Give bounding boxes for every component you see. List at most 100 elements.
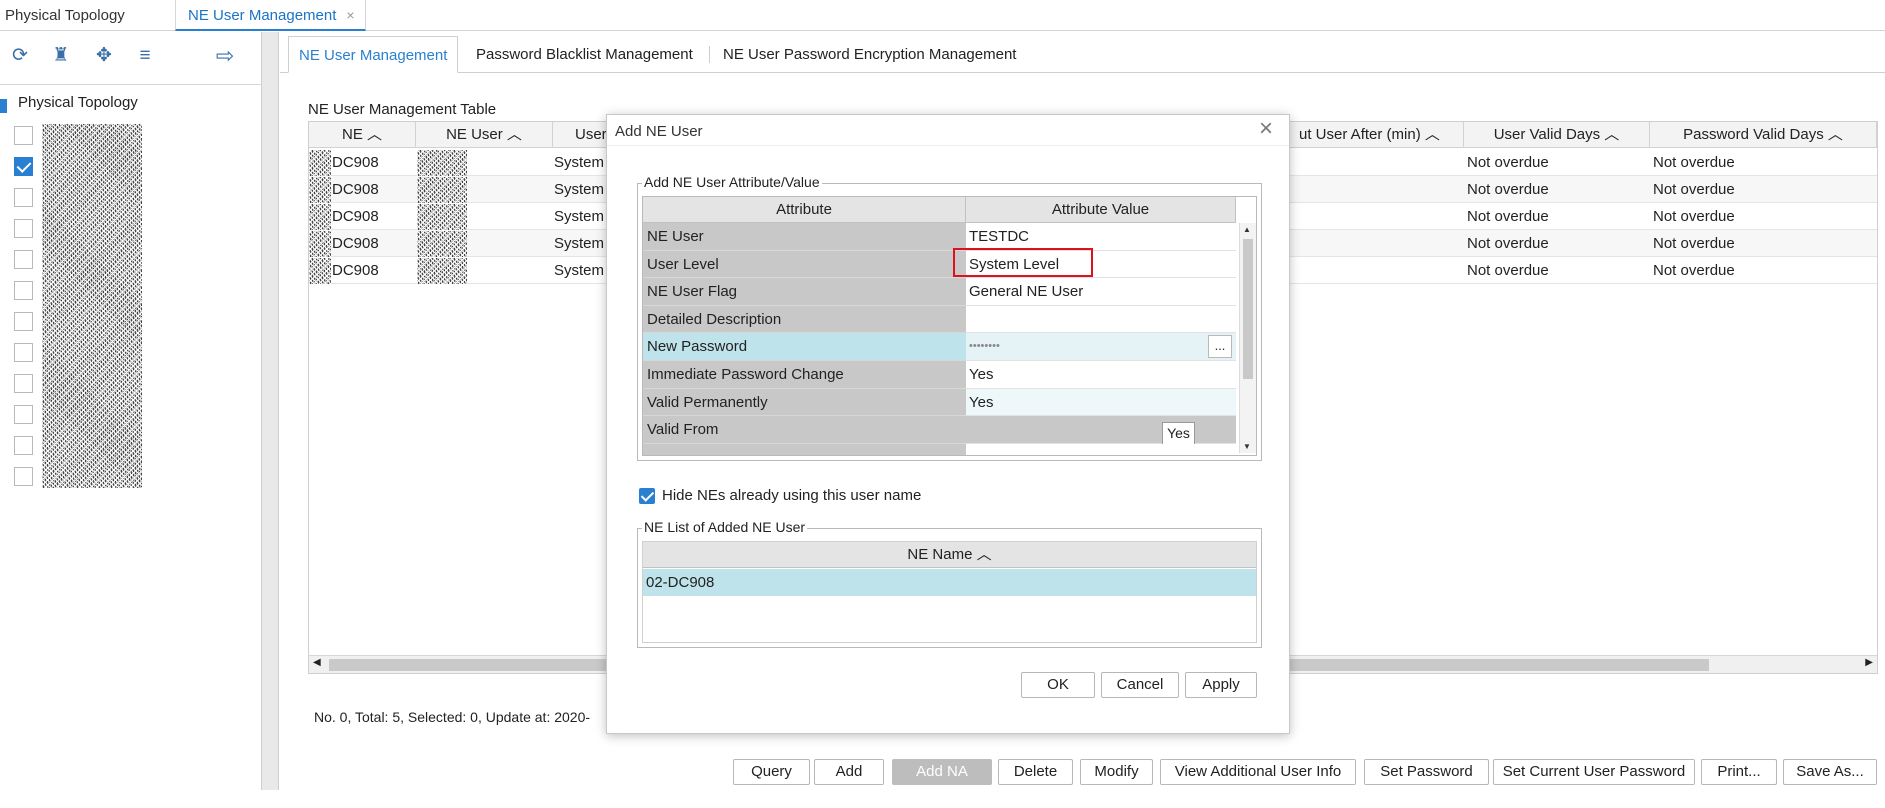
attribute-header[interactable]: Attribute (643, 197, 966, 223)
tree-checkbox[interactable] (14, 250, 33, 269)
column-header-valid-days[interactable]: User Valid Days ︿ (1464, 122, 1650, 148)
arrow-right-icon[interactable]: ⇨ (213, 44, 237, 68)
tree-checkbox[interactable] (14, 467, 33, 486)
scroll-down-icon[interactable]: ▼ (1243, 442, 1251, 451)
redacted-cell (417, 231, 467, 257)
close-icon[interactable]: × (1259, 117, 1273, 141)
attribute-value-partial (966, 443, 1236, 455)
attribute-group: Add NE User Attribute/Value Attribute At… (637, 174, 1262, 461)
save-as-button[interactable]: Save As... (1783, 759, 1877, 785)
print-button[interactable]: Print... (1701, 759, 1777, 785)
attribute-value-valid-from[interactable] (966, 416, 1236, 444)
ne-list-group: NE List of Added NE User NE Name ︿ 02-DC… (637, 519, 1262, 648)
column-header-ne[interactable]: NE ︿ (309, 122, 416, 148)
highlight-box (953, 248, 1093, 277)
column-header-user-level[interactable]: User (553, 122, 609, 148)
ok-button[interactable]: OK (1021, 672, 1095, 698)
set-current-user-password-button[interactable]: Set Current User Password (1493, 759, 1695, 785)
cell-ne: DC908 (332, 154, 379, 171)
cancel-button[interactable]: Cancel (1101, 672, 1179, 698)
cell-valid-days: Not overdue (1467, 208, 1549, 225)
tree-checkbox[interactable] (14, 281, 33, 300)
attribute-value-ne-user[interactable]: TESTDC (966, 223, 1236, 251)
subtab-ne-user-management[interactable]: NE User Management (288, 36, 459, 73)
redacted-cell (309, 150, 331, 176)
tree-checkbox[interactable] (14, 436, 33, 455)
attribute-row[interactable]: User Level System Level (643, 250, 1236, 279)
table-title: NE User Management Table (308, 101, 497, 118)
attribute-row[interactable]: Immediate Password Change Yes (643, 361, 1236, 389)
attribute-value-valid-permanently[interactable]: Yes (966, 388, 1236, 417)
query-button[interactable]: Query (733, 759, 810, 785)
tree-checkbox[interactable] (14, 405, 33, 424)
cell-valid-days: Not overdue (1467, 235, 1549, 252)
subtab-password-encryption[interactable]: NE User Password Encryption Management (713, 36, 1026, 73)
attribute-row[interactable]: New Password •••••••• ... (643, 333, 1236, 361)
ne-list-table: NE Name ︿ 02-DC908 (642, 541, 1257, 643)
tab-divider (709, 46, 710, 63)
cell-level: System (554, 181, 605, 198)
delete-button[interactable]: Delete (998, 759, 1073, 785)
cell-level: System (554, 235, 605, 252)
ne-list-item[interactable]: 02-DC908 (643, 569, 1256, 596)
column-header-password-valid-days[interactable]: Password Valid Days ︿ (1650, 122, 1877, 148)
attribute-name: Valid Permanently (643, 388, 966, 417)
redacted-cell (309, 258, 331, 284)
tab-physical-topology[interactable]: Physical Topology (0, 0, 135, 31)
attribute-row[interactable]: Detailed Description (643, 305, 1236, 334)
scroll-up-icon[interactable]: ▲ (1243, 225, 1251, 234)
close-icon[interactable]: × (346, 7, 354, 23)
tree-checkbox[interactable] (14, 312, 33, 331)
attribute-row[interactable]: Valid From Yes (643, 416, 1236, 446)
view-additional-info-button[interactable]: View Additional User Info (1160, 759, 1356, 785)
binoculars-icon[interactable]: ♜ (49, 44, 73, 68)
attribute-value-description[interactable] (966, 305, 1236, 334)
refresh-icon[interactable]: ⟳ (8, 44, 32, 68)
attribute-value-ne-user-flag[interactable]: General NE User (966, 278, 1236, 306)
attribute-value-header[interactable]: Attribute Value (966, 197, 1236, 223)
column-header-logout-after[interactable]: ut User After (min) ︿ (1289, 122, 1464, 148)
scrollbar-thumb[interactable] (1243, 239, 1253, 379)
tree-checkbox[interactable] (14, 374, 33, 393)
tree-checkbox[interactable] (14, 219, 33, 238)
tab-ne-user-management[interactable]: NE User Management × (175, 0, 366, 31)
tree-checkbox[interactable] (14, 343, 33, 362)
apply-button[interactable]: Apply (1185, 672, 1257, 698)
vertical-scrollbar[interactable]: ▲ ▼ (1239, 223, 1256, 453)
password-field[interactable]: •••••••• (966, 333, 1236, 361)
attribute-value-immediate-change[interactable]: Yes (966, 361, 1236, 389)
set-password-button[interactable]: Set Password (1364, 759, 1489, 785)
attribute-row[interactable]: Valid Permanently Yes (643, 388, 1236, 417)
locate-icon[interactable]: ✥ (92, 44, 116, 68)
yes-tooltip[interactable]: Yes (1162, 422, 1195, 446)
column-header-ne-user[interactable]: NE User ︿ (416, 122, 553, 148)
redacted-cell (309, 231, 331, 257)
scroll-left-icon[interactable]: ◀ (313, 657, 321, 668)
add-na-user-button[interactable]: Add NA User (892, 759, 992, 804)
status-text: No. 0, Total: 5, Selected: 0, Update at:… (314, 709, 591, 725)
ne-name-header[interactable]: NE Name ︿ (643, 542, 1256, 568)
add-button[interactable]: Add (814, 759, 884, 785)
tab-label: NE User Management (188, 7, 337, 24)
cell-ne: DC908 (332, 235, 379, 252)
cell-level: System (554, 154, 605, 171)
attribute-name: User Level (643, 250, 966, 279)
panel-splitter[interactable] (262, 32, 279, 790)
collapse-icon[interactable]: ≡ (133, 44, 157, 68)
hide-nes-checkbox[interactable] (639, 488, 655, 504)
attribute-name-partial (643, 443, 966, 455)
tree-checkbox[interactable] (14, 157, 33, 176)
attribute-name: Detailed Description (643, 305, 966, 334)
scroll-right-icon[interactable]: ▶ (1865, 657, 1873, 668)
tree-checkbox[interactable] (14, 126, 33, 145)
tree-checkbox[interactable] (14, 188, 33, 207)
attribute-row[interactable]: NE User Flag General NE User (643, 278, 1236, 306)
tree-root-label[interactable]: Physical Topology (18, 94, 138, 111)
password-ellipsis-button[interactable]: ... (1208, 335, 1232, 359)
hide-nes-label[interactable]: Hide NEs already using this user name (662, 487, 921, 504)
cell-level: System (554, 262, 605, 279)
modify-button[interactable]: Modify (1080, 759, 1153, 785)
subtab-password-blacklist[interactable]: Password Blacklist Management (466, 36, 703, 73)
cell-valid-days: Not overdue (1467, 262, 1549, 279)
attribute-row[interactable]: NE User TESTDC (643, 223, 1236, 251)
